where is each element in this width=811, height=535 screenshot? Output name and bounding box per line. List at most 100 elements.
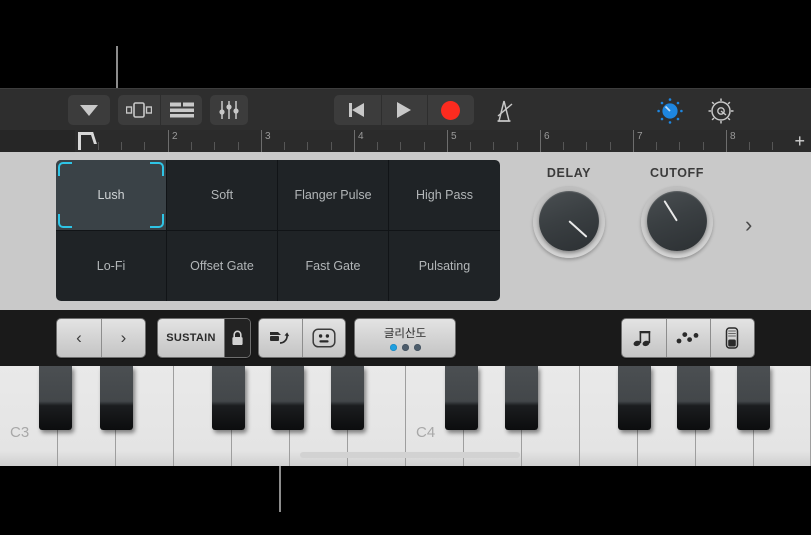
preset-grid: Lush Soft Flanger Pulse High Pass Lo-Fi … <box>56 160 500 301</box>
garageband-window: 2 3 4 5 6 7 8 + Lush Soft Flanger Pulse … <box>0 0 811 535</box>
smart-controls-panel: Lush Soft Flanger Pulse High Pass Lo-Fi … <box>0 152 811 310</box>
rewind-icon <box>349 103 365 117</box>
preset-label: Lo-Fi <box>96 258 126 273</box>
note-repeat-button[interactable] <box>665 319 710 357</box>
record-icon <box>441 100 461 120</box>
ruler-bar-label: 4 <box>358 131 364 142</box>
sustain-lock-button[interactable] <box>224 319 250 357</box>
piano-black-key[interactable] <box>39 366 72 430</box>
glissando-button[interactable]: 글리산도 <box>354 318 456 358</box>
smart-controls-button[interactable] <box>655 97 687 125</box>
knob-pointer <box>663 200 678 222</box>
knob-pointer <box>568 220 588 238</box>
piano-black-key[interactable] <box>677 366 710 430</box>
view-segmented-control <box>118 95 202 125</box>
preset-label: Lush <box>97 187 125 202</box>
lock-icon <box>232 330 243 345</box>
sustain-button[interactable]: SUSTAIN <box>158 319 224 357</box>
piano-black-key[interactable] <box>271 366 304 430</box>
piano-black-key[interactable] <box>737 366 770 430</box>
cutoff-knob[interactable] <box>641 186 713 258</box>
preset-cell[interactable]: Fast Gate <box>278 230 389 301</box>
knob-icon <box>657 98 683 124</box>
keyboard-control-bar: ‹ › SUSTAIN 글리산도 <box>0 310 811 366</box>
eighth-notes-icon <box>633 331 651 347</box>
piano-black-key[interactable] <box>505 366 538 430</box>
metronome-button[interactable] <box>490 97 518 123</box>
glissando-label: 글리산도 <box>383 328 427 340</box>
preset-cell[interactable]: Lush <box>56 160 167 231</box>
delay-knob[interactable] <box>533 186 605 258</box>
ruler-bar-label: 6 <box>544 131 550 142</box>
preset-label: Flanger Pulse <box>294 187 372 202</box>
pitch-bend-button[interactable] <box>259 319 302 357</box>
next-page-chevron-icon[interactable]: › <box>745 212 752 238</box>
tracks-view-icon <box>169 102 194 118</box>
mixer-sliders-icon <box>219 101 239 119</box>
preset-label: High Pass <box>416 187 473 202</box>
bar-line <box>354 130 355 152</box>
browser-view-icon <box>126 102 152 118</box>
bar-line <box>261 130 262 152</box>
tracks-view-button[interactable] <box>160 95 202 125</box>
piano-black-key[interactable] <box>445 366 478 430</box>
preset-cell[interactable]: High Pass <box>389 160 500 231</box>
library-chevron-button[interactable] <box>68 95 110 125</box>
arpeggiator-button[interactable] <box>622 319 666 357</box>
piano-keyboard[interactable]: C3 C4 <box>0 366 811 466</box>
octave-nav-segmented: ‹ › <box>56 318 146 358</box>
octave-up-button[interactable]: › <box>100 319 145 357</box>
preset-cell[interactable]: Soft <box>167 160 278 231</box>
keyboard-tools-segmented <box>258 318 346 358</box>
preset-cell[interactable]: Lo-Fi <box>56 230 167 301</box>
octave-label: C4 <box>416 424 436 441</box>
piano-black-key[interactable] <box>100 366 133 430</box>
piano-black-key[interactable] <box>618 366 651 430</box>
ruler-bar-label: 7 <box>637 131 643 142</box>
piano-black-key[interactable] <box>212 366 245 430</box>
main-toolbar <box>0 88 811 130</box>
chevron-right-icon: › <box>120 328 127 347</box>
mixer-button[interactable] <box>210 95 248 125</box>
record-button[interactable] <box>427 95 474 125</box>
ruler-bar-label: 8 <box>730 131 736 142</box>
timeline-ruler[interactable]: 2 3 4 5 6 7 8 + <box>0 130 811 152</box>
add-track-button[interactable]: + <box>794 132 805 150</box>
pitch-bend-icon <box>270 332 290 344</box>
transport-controls <box>334 95 474 125</box>
preset-label: Fast Gate <box>305 258 361 273</box>
settings-button[interactable] <box>706 97 738 125</box>
metronome-icon <box>497 100 513 122</box>
preset-label: Pulsating <box>418 258 471 273</box>
smiley-button[interactable] <box>301 319 345 357</box>
mode-dot <box>413 344 421 351</box>
preset-label: Offset Gate <box>190 258 254 273</box>
octave-down-button[interactable]: ‹ <box>57 319 101 357</box>
piano-black-key[interactable] <box>331 366 364 430</box>
ruler-left-pad <box>0 130 75 152</box>
cutoff-knob-group: CUTOFF <box>627 166 727 258</box>
bar-line <box>447 130 448 152</box>
chevron-left-icon: ‹ <box>76 328 82 347</box>
delay-knob-group: DELAY <box>519 166 619 258</box>
preset-cell[interactable]: Offset Gate <box>167 230 278 301</box>
ruler-bar-label: 5 <box>451 131 457 142</box>
velocity-strip-icon <box>726 327 739 349</box>
mode-dot <box>389 344 397 351</box>
chevron-down-icon <box>80 104 98 116</box>
play-icon <box>397 102 412 118</box>
bar-line <box>168 130 169 152</box>
preset-cell[interactable]: Flanger Pulse <box>278 160 389 231</box>
ruler-bar-label: 2 <box>172 131 178 142</box>
playhead-marker[interactable] <box>78 132 92 150</box>
preset-cell[interactable]: Pulsating <box>389 231 500 302</box>
delay-knob-label: DELAY <box>546 166 592 180</box>
sustain-control: SUSTAIN <box>157 318 251 358</box>
rewind-button[interactable] <box>334 95 381 125</box>
bar-line <box>726 130 727 152</box>
play-button[interactable] <box>380 95 428 125</box>
browser-view-button[interactable] <box>118 95 160 125</box>
mode-dot <box>401 344 409 351</box>
velocity-button[interactable] <box>709 319 754 357</box>
keyboard-scroll-strip[interactable] <box>300 452 520 458</box>
